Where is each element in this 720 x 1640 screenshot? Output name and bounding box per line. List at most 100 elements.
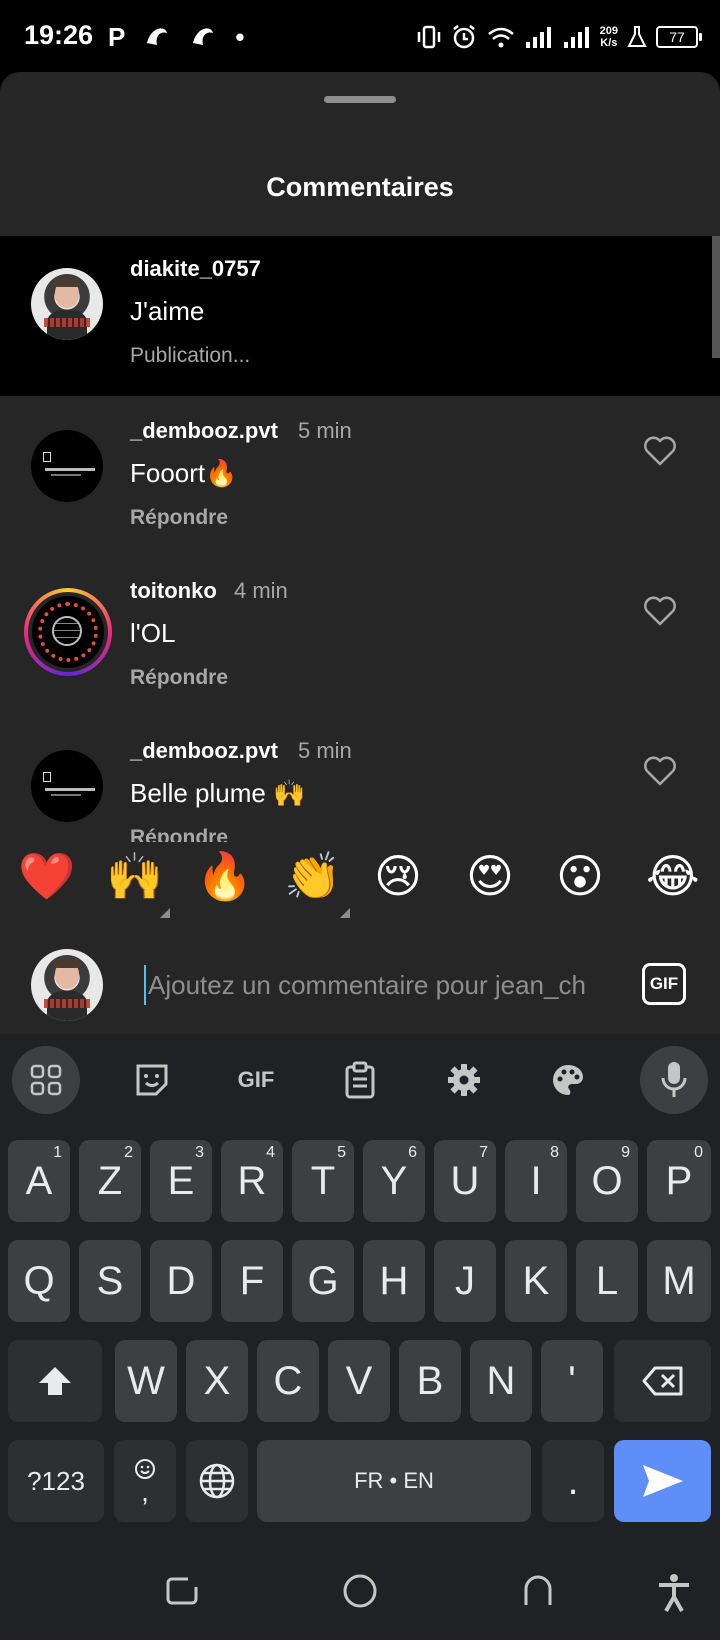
key-z[interactable]: Z2 [79, 1140, 141, 1222]
emoji-clapping-button[interactable]: 👏 [284, 848, 341, 904]
key-g[interactable]: G [292, 1240, 354, 1322]
status-bar: 19:26 P • 209 K/s 77 [0, 0, 720, 72]
like-heart-icon[interactable] [643, 596, 677, 626]
key-x[interactable]: X [186, 1340, 248, 1422]
key-m[interactable]: M [647, 1240, 711, 1322]
comment-username[interactable]: _dembooz.pvt [130, 738, 278, 764]
key-y[interactable]: Y6 [363, 1140, 425, 1222]
caption-sub: Publication... [130, 344, 251, 367]
comment-username[interactable]: toitonko [130, 578, 217, 604]
app-notification-icon-2 [193, 28, 214, 45]
key-o[interactable]: O9 [576, 1140, 638, 1222]
comment-input-row: Ajoutez un commentaire pour jean_ch GIF [0, 922, 720, 1034]
emoji-fire-button[interactable]: 🔥 [196, 848, 253, 904]
microphone-icon[interactable] [640, 1046, 708, 1114]
backspace-icon [642, 1366, 682, 1396]
key-q[interactable]: Q [8, 1240, 70, 1322]
language-globe-key[interactable] [186, 1440, 248, 1522]
skin-tone-indicator [340, 908, 350, 918]
key-i[interactable]: I8 [505, 1140, 567, 1222]
my-avatar [31, 949, 103, 1021]
status-time: 19:26 [24, 20, 94, 50]
notification-icons: P • [108, 20, 244, 54]
key-apostrophe[interactable]: ' [541, 1340, 603, 1422]
emoji-surprised-button[interactable]: 😮 [556, 848, 604, 904]
comment-time: 5 min [298, 738, 352, 763]
alarm-icon [452, 25, 475, 49]
settings-gear-icon[interactable] [430, 1046, 498, 1114]
send-key[interactable] [614, 1440, 711, 1522]
key-n[interactable]: N [470, 1340, 532, 1422]
comment-avatar[interactable] [31, 430, 103, 502]
key-l[interactable]: L [576, 1240, 638, 1322]
key-s[interactable]: S [79, 1240, 141, 1322]
emoji-crying-button[interactable]: 😢 [374, 848, 422, 904]
comment-avatar[interactable] [31, 750, 103, 822]
key-u[interactable]: U7 [434, 1140, 496, 1222]
caption-username[interactable]: diakite_0757 [130, 256, 261, 282]
skin-tone-indicator [160, 908, 170, 918]
space-key[interactable]: FR • EN [257, 1440, 531, 1522]
key-d[interactable]: D [150, 1240, 212, 1322]
emoji-raising-hands-button[interactable]: 🙌 [106, 848, 163, 904]
caption-text: J'aime [130, 296, 205, 326]
gif-keyboard-button[interactable]: GIF [222, 1046, 290, 1114]
wifi-icon [487, 27, 514, 48]
key-h[interactable]: H [363, 1240, 425, 1322]
sheet-title: Commentaires [266, 172, 454, 202]
home-icon[interactable] [342, 1573, 378, 1609]
reply-button[interactable]: Répondre [130, 666, 228, 690]
emoji-heart-button[interactable]: ❤️ [18, 848, 75, 904]
drag-handle[interactable] [324, 96, 396, 103]
back-icon[interactable] [522, 1573, 558, 1609]
reply-button[interactable]: Répondre [130, 506, 228, 530]
like-heart-icon[interactable] [643, 436, 677, 466]
clipboard-icon[interactable] [326, 1046, 394, 1114]
backspace-key[interactable] [614, 1340, 711, 1422]
key-t[interactable]: T5 [292, 1140, 354, 1222]
period-key[interactable]: . [542, 1440, 604, 1522]
key-c[interactable]: C [257, 1340, 319, 1422]
comment-text: Belle plume 🙌 [130, 778, 306, 808]
shift-key[interactable] [8, 1340, 102, 1422]
apps-grid-icon[interactable] [12, 1046, 80, 1114]
key-k[interactable]: K [505, 1240, 567, 1322]
comment-text: Fooort🔥 [130, 458, 238, 488]
globe-icon [199, 1463, 235, 1499]
key-f[interactable]: F [221, 1240, 283, 1322]
shift-icon [39, 1367, 71, 1395]
signal-icon [525, 27, 551, 48]
comment-item: toitonko 4 min l'OL Répondre [0, 556, 720, 716]
comments-list: _dembooz.pvt 5 min Fooort🔥 Répondre toit… [0, 396, 720, 900]
comment-input[interactable]: Ajoutez un commentaire pour jean_ch [144, 965, 606, 1005]
accessibility-icon[interactable] [656, 1573, 692, 1613]
emoji-joy-button[interactable]: 😂 [646, 848, 700, 904]
battery-indicator: 77 [656, 26, 702, 48]
more-notifications-dot-icon: • [235, 22, 245, 52]
signal-icon-2 [563, 27, 589, 48]
key-j[interactable]: J [434, 1240, 496, 1322]
comment-avatar[interactable] [32, 596, 104, 668]
key-v[interactable]: V [328, 1340, 390, 1422]
emoji-heart-eyes-button[interactable]: 😍 [466, 848, 514, 904]
scrollbar[interactable] [712, 236, 720, 358]
emoji-comma-key[interactable]: , [114, 1440, 176, 1522]
gif-button[interactable]: GIF [642, 963, 686, 1005]
theme-palette-icon[interactable] [534, 1046, 602, 1114]
caption-avatar[interactable] [31, 268, 103, 340]
like-heart-icon[interactable] [643, 756, 677, 786]
symbols-key[interactable]: ?123 [8, 1440, 104, 1522]
recents-icon[interactable] [164, 1573, 200, 1609]
key-w[interactable]: W [115, 1340, 177, 1422]
key-r[interactable]: R4 [221, 1140, 283, 1222]
parking-app-icon: P [108, 22, 126, 52]
key-e[interactable]: E3 [150, 1140, 212, 1222]
sticker-icon[interactable] [118, 1046, 186, 1114]
vibrate-icon [417, 25, 440, 49]
key-b[interactable]: B [399, 1340, 461, 1422]
keyboard-toolbar: GIF [0, 1034, 720, 1126]
caption-row[interactable]: diakite_0757 J'aime Publication... [0, 236, 720, 396]
key-a[interactable]: A1 [8, 1140, 70, 1222]
key-p[interactable]: P0 [647, 1140, 711, 1222]
comment-username[interactable]: _dembooz.pvt [130, 418, 278, 444]
